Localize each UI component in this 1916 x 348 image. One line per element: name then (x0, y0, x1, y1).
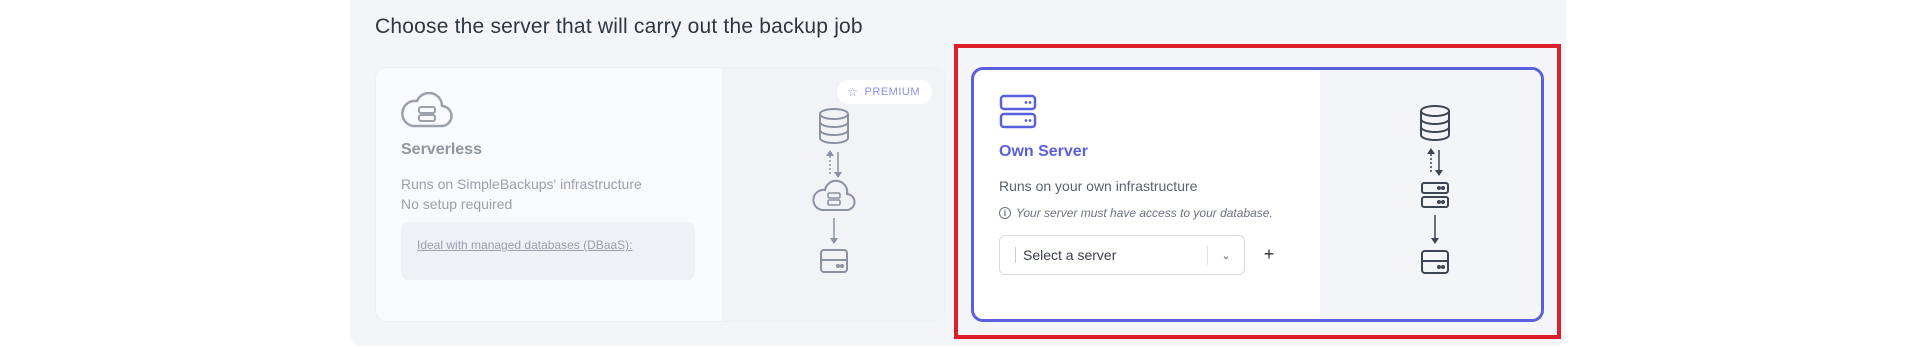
access-note: i Your server must have access to your d… (999, 206, 1273, 220)
database-icon (819, 108, 849, 144)
serverless-desc-line2: No setup required (401, 196, 513, 212)
own-server-flow-diagram (1420, 105, 1450, 274)
select-caret (1015, 247, 1016, 263)
own-server-card[interactable]: Own Server Runs on your own infrastructu… (971, 67, 1544, 322)
section-heading: Choose the server that will carry out th… (375, 15, 863, 38)
serverless-desc-line1: Runs on SimpleBackups' infrastructure (401, 176, 642, 192)
own-server-desc: Runs on your own infrastructure (999, 178, 1198, 194)
arrow-down-icon (1431, 215, 1439, 244)
serverless-title: Serverless (401, 141, 482, 158)
add-server-button[interactable]: + (1257, 242, 1281, 266)
database-icon (1420, 105, 1450, 141)
storage-drive-icon (1421, 250, 1449, 274)
chevron-down-icon[interactable]: ⌄ (1208, 249, 1244, 262)
server-select[interactable]: Select a server ⌄ (999, 235, 1245, 275)
dbaas-info-box: Ideal with managed databases (DBaaS): (401, 222, 695, 280)
server-stack-icon (999, 94, 1037, 129)
own-server-title: Own Server (999, 143, 1088, 160)
serverless-card[interactable]: Serverless Runs on SimpleBackups' infras… (375, 67, 945, 322)
info-icon: i (999, 207, 1011, 219)
access-note-text: Your server must have access to your dat… (1016, 206, 1273, 220)
server-select-value: Select a server (1023, 247, 1117, 263)
storage-drive-icon (820, 249, 848, 273)
sync-arrows-icon (1427, 148, 1443, 176)
cloud-server-icon (812, 179, 856, 211)
sync-arrows-icon (826, 150, 842, 178)
server-stack-icon (1421, 182, 1449, 208)
serverless-flow-diagram (812, 108, 856, 273)
dbaas-link[interactable]: Ideal with managed databases (DBaaS): (417, 238, 632, 252)
cloud-server-icon (401, 92, 453, 128)
arrow-down-icon (830, 218, 838, 244)
